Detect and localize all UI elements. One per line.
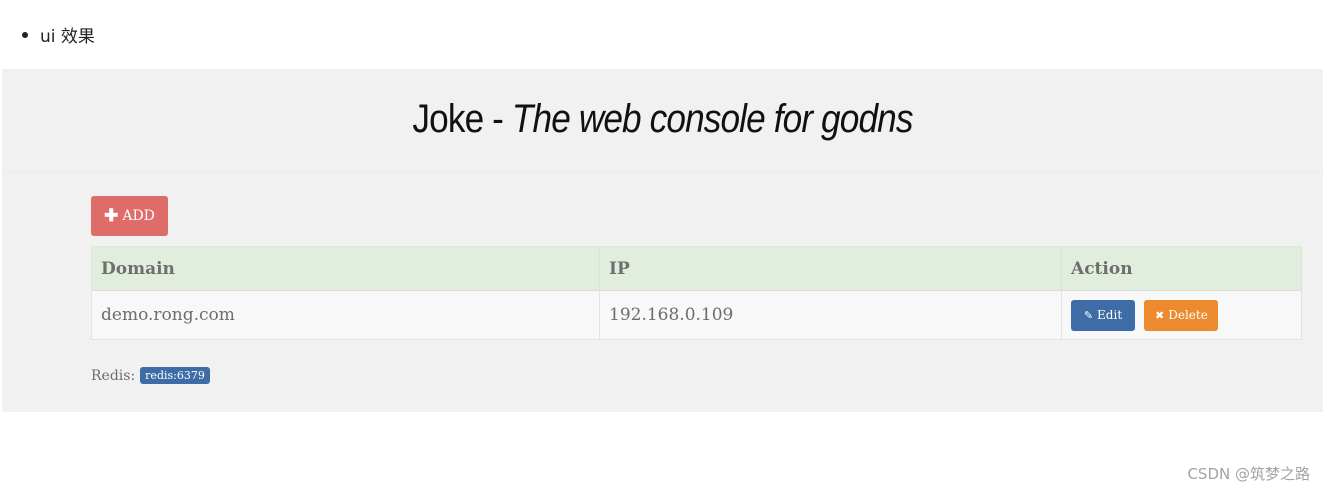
table-header: Domain IP Action [91, 246, 1302, 291]
redis-label: Redis: [91, 367, 136, 384]
plus-icon: ✚ [104, 206, 119, 226]
records-table: Domain IP Action demo.rong.com 192.168.0… [91, 246, 1302, 340]
header-domain: Domain [91, 246, 600, 291]
redis-badge: redis:6379 [140, 367, 210, 384]
redis-status: Redis: redis:6379 [91, 367, 210, 384]
edit-label: Edit [1097, 308, 1123, 322]
add-label: ADD [122, 208, 155, 224]
app-screenshot: Joke - The web console for godns ✚ ADD D… [2, 69, 1323, 412]
cell-ip: 192.168.0.109 [599, 290, 1062, 340]
header-action: Action [1061, 246, 1302, 291]
add-button[interactable]: ✚ ADD [91, 196, 168, 236]
bullet-dot-icon [22, 31, 28, 38]
watermark: CSDN @筑梦之路 [1187, 465, 1310, 483]
edit-button[interactable]: ✎ Edit [1071, 299, 1135, 331]
page-title: Joke - The web console for godns [81, 97, 1243, 142]
header-ip: IP [599, 246, 1062, 291]
cell-domain: demo.rong.com [91, 290, 600, 340]
cell-action: ✎ Edit ✖ Delete [1061, 290, 1302, 340]
delete-button[interactable]: ✖ Delete [1144, 299, 1219, 331]
title-italic: The web console for godns [511, 97, 914, 141]
bullet-item: ui 效果 [22, 22, 95, 47]
table-row: demo.rong.com 192.168.0.109 ✎ Edit ✖ Del… [91, 290, 1302, 340]
divider [2, 172, 1323, 173]
close-icon: ✖ [1155, 308, 1165, 322]
title-prefix: Joke - [412, 97, 512, 141]
delete-label: Delete [1168, 308, 1208, 322]
bullet-text: ui 效果 [40, 27, 95, 47]
edit-icon: ✎ [1083, 308, 1094, 322]
